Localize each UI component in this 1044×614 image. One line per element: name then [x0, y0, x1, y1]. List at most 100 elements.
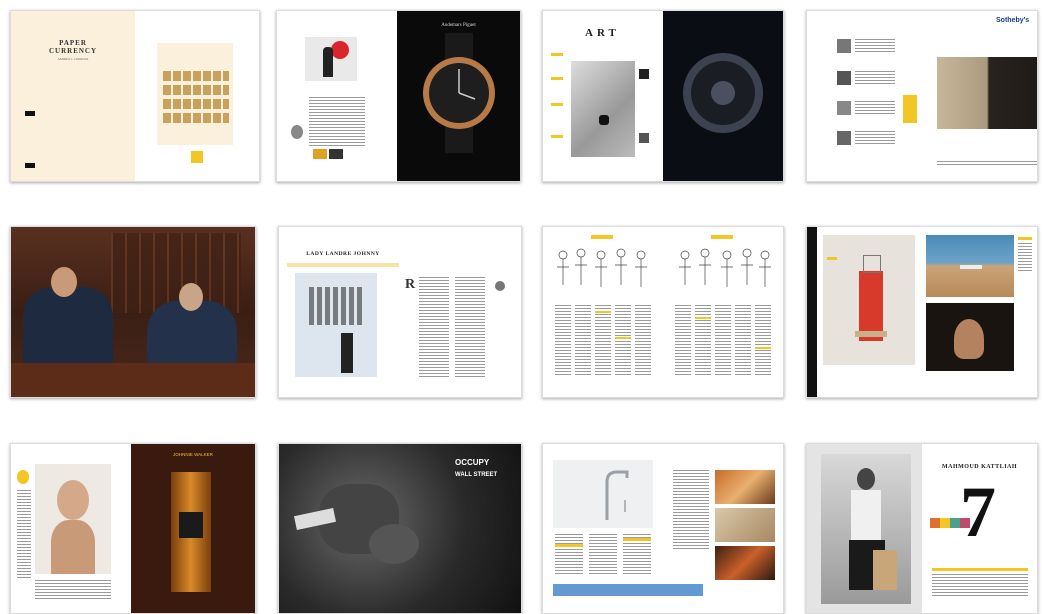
cover-title-2: CURRENCY: [48, 47, 98, 55]
page-right: MAHMOUD KATTLIAH 7: [922, 444, 1037, 613]
caption-highlight: [932, 568, 1028, 571]
col-a: [555, 305, 571, 375]
side-text: [673, 470, 709, 550]
painting-photo: [937, 57, 1037, 129]
black-edge: [807, 227, 817, 397]
col-d: [615, 305, 631, 375]
ad-headline: JOHNNIE WALKER: [173, 452, 213, 457]
faucet-icon: [605, 470, 629, 520]
col-b: [575, 305, 591, 375]
thumb-2: [837, 71, 851, 85]
page-left: [543, 227, 663, 397]
occupy-headline-1: OCCUPY: [455, 458, 490, 467]
col-c: [595, 305, 611, 375]
spread-installation[interactable]: [806, 226, 1038, 398]
page-right: Sotheby's: [922, 11, 1037, 181]
tag: [711, 235, 733, 239]
yellow-chip: [17, 470, 29, 484]
man-photo: [821, 454, 911, 604]
spread-seven[interactable]: MAHMOUD KATTLIAH 7: [806, 443, 1038, 614]
food-photo-2: [715, 508, 775, 542]
occupy-headline-2: WALL STREET: [455, 472, 498, 478]
page-left: [807, 444, 922, 613]
yellow-block: [903, 95, 917, 123]
spread-portrait[interactable]: [10, 226, 256, 398]
col-e: [755, 305, 771, 375]
page-right-ad: Audemars Piguet: [397, 11, 520, 181]
col-a: [675, 305, 691, 375]
gallery-photo: [295, 273, 377, 377]
bottom-text: [35, 580, 111, 600]
body-text: [309, 97, 365, 147]
page-right: [663, 227, 783, 397]
page-left: ART: [543, 11, 663, 181]
col-b: [695, 305, 711, 375]
page-right: [922, 227, 1037, 397]
logo-badge: [191, 151, 203, 163]
desert-photo: [926, 235, 1014, 297]
title-block: PAPER CURRENCY ANDREA L. CORDOVA: [41, 39, 105, 61]
sothebys-logo: Sotheby's: [996, 17, 1030, 24]
gallery-heading: LADY LANDRE JOHNNY: [306, 251, 380, 257]
color-swatches: [930, 518, 970, 528]
spread-faucet[interactable]: [542, 443, 784, 614]
page-left: [11, 444, 131, 613]
col-b: [589, 534, 617, 574]
spread-cover[interactable]: PAPER CURRENCY ANDREA L. CORDOVA: [10, 10, 260, 182]
col-2: [455, 277, 485, 377]
text-4: [855, 131, 895, 145]
page-right-ad: [663, 11, 783, 181]
man-right-head: [179, 283, 203, 311]
sketch-figures: [679, 248, 771, 287]
col-d: [735, 305, 751, 375]
occupy-photo: [279, 444, 521, 613]
art-heading: ART: [585, 27, 620, 39]
photo-woman: [305, 37, 357, 81]
woman-photo: [35, 464, 111, 574]
col-c: [715, 305, 731, 375]
caption-tag: [827, 257, 837, 260]
portrait-photo: [11, 227, 255, 397]
banknote-grid-svg: [163, 71, 229, 123]
installation-photo: [823, 235, 915, 365]
col-a: [555, 534, 583, 574]
page-left: [807, 11, 922, 181]
spread-audemars[interactable]: Audemars Piguet: [276, 10, 521, 182]
cover-subtitle: ANDREA L. CORDOVA: [57, 57, 89, 61]
dark-thumb: [329, 149, 343, 159]
food-photo-1: [715, 470, 775, 504]
page-left: [807, 227, 922, 397]
spread-occupy[interactable]: OCCUPY WALL STREET: [278, 443, 522, 614]
side-text: [1018, 237, 1034, 277]
col-1: [419, 277, 449, 377]
circle-thumb: [495, 281, 505, 291]
thumb-3: [837, 101, 851, 115]
heading-box: LADY LANDRE JOHNNY: [287, 249, 399, 261]
thumb-4: [837, 131, 851, 145]
sketch-figures: [557, 248, 647, 287]
col-e: [635, 305, 651, 375]
spread-sothebys[interactable]: Sotheby's: [806, 10, 1038, 182]
art-photo: [571, 61, 635, 157]
food-photo-3: [715, 546, 775, 580]
page-right: R: [399, 227, 521, 397]
thumb-1: [837, 39, 851, 53]
cover-title-1: PAPER: [59, 39, 87, 47]
side-thumbs: [639, 69, 651, 149]
spread-whisky[interactable]: JOHNNIE WALKER: [10, 443, 256, 614]
spread-art[interactable]: ART: [542, 10, 784, 182]
spread-gallery[interactable]: LADY LANDRE JOHNNY R: [278, 226, 522, 398]
page-left: [277, 11, 397, 181]
text-1: [855, 39, 895, 53]
ad-brand: Audemars Piguet: [441, 23, 476, 28]
faucet-photo: [553, 460, 653, 528]
black-tab-1: [25, 111, 35, 116]
desk: [11, 363, 255, 397]
watch-icon: [683, 53, 763, 133]
text-3: [855, 101, 895, 115]
bottle: [171, 472, 211, 592]
spread-illustrations[interactable]: [542, 226, 784, 398]
black-tab-2: [25, 163, 35, 168]
caption: [937, 161, 1037, 167]
text-2: [855, 71, 895, 85]
